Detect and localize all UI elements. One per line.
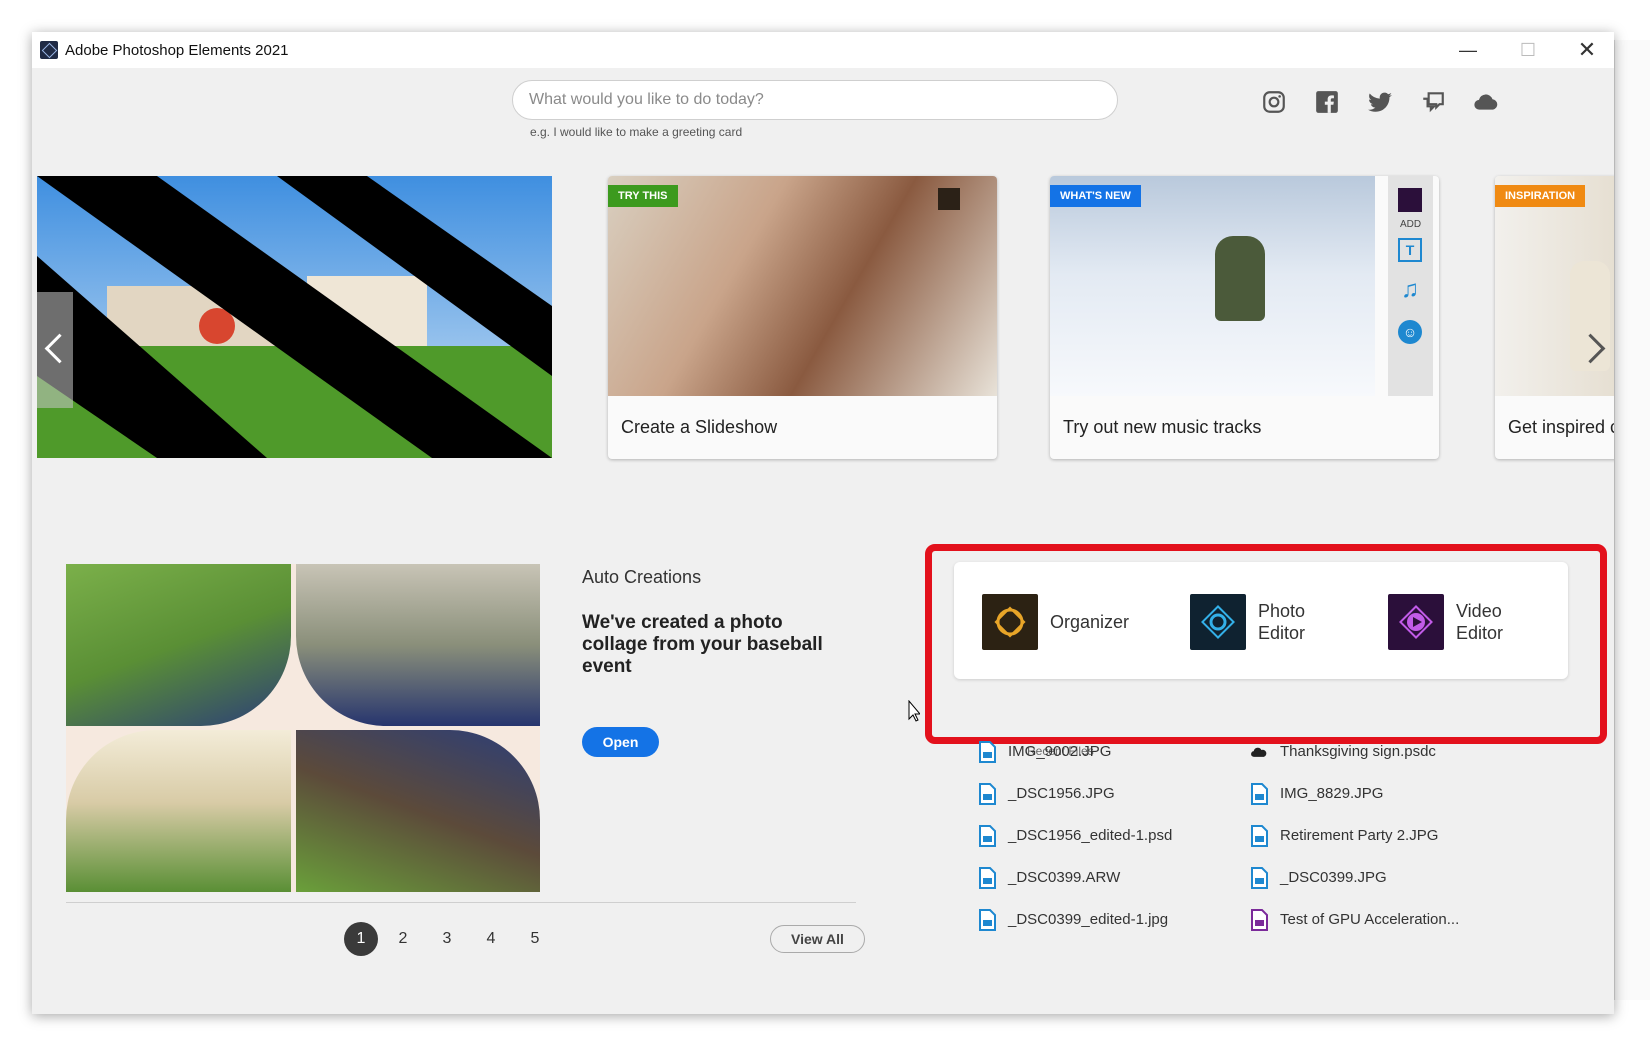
instagram-icon[interactable]: [1256, 84, 1292, 120]
auto-creation-collage[interactable]: [66, 564, 540, 892]
elements-logo-icon: [938, 188, 960, 210]
file-name: Thanksgiving sign.psdc: [1280, 743, 1436, 760]
image-file-icon: [979, 741, 996, 763]
file-name: IMG_9002.JPG: [1008, 743, 1112, 760]
collage-photo-1: [66, 564, 291, 726]
cloud-icon[interactable]: [1468, 84, 1504, 120]
video-file-icon: [1251, 909, 1268, 931]
collage-photo-4: [296, 730, 540, 892]
page-1-button[interactable]: 1: [344, 922, 378, 956]
maximize-button[interactable]: ☐: [1500, 32, 1556, 68]
image-file-icon: [979, 825, 996, 847]
image-file-icon: [1251, 783, 1268, 805]
collage-photo-3: [66, 730, 291, 892]
carousel-prev-button[interactable]: [37, 292, 73, 408]
carousel-card-music[interactable]: WHAT'S NEW Try out new music tracks: [1050, 176, 1439, 459]
title-bar: Adobe Photoshop Elements 2021 — ☐ ✕: [32, 32, 1614, 68]
file-name: _DSC1956.JPG: [1008, 785, 1115, 802]
card-label: Create a Slideshow: [621, 417, 778, 437]
add-panel: ADD T ♫ ☺: [1388, 176, 1433, 396]
file-name: _DSC0399.JPG: [1280, 869, 1387, 886]
search-input[interactable]: [512, 80, 1118, 120]
page-2-button[interactable]: 2: [386, 922, 420, 956]
file-name: IMG_8829.JPG: [1280, 785, 1384, 802]
file-name: _DSC0399.ARW: [1008, 869, 1121, 886]
carousel-card-inspiration[interactable]: INSPIRATION Get inspired c: [1495, 176, 1614, 459]
divider: [66, 902, 856, 903]
file-name: Test of GPU Acceleration...: [1280, 911, 1460, 928]
page-4-button[interactable]: 4: [474, 922, 508, 956]
snowboarder-figure: [1215, 236, 1265, 321]
close-button[interactable]: ✕: [1559, 32, 1614, 68]
cloud-file-icon: [1251, 747, 1267, 757]
hero-slide-image[interactable]: [37, 176, 552, 458]
card-label: Get inspired c: [1508, 417, 1614, 437]
elements-logo-icon: [1398, 188, 1422, 212]
image-file-icon: [979, 909, 996, 931]
whats-new-badge: WHAT'S NEW: [1050, 185, 1141, 207]
twitter-icon[interactable]: [1362, 84, 1398, 120]
background-window: [1614, 40, 1650, 1000]
window-title: Adobe Photoshop Elements 2021: [65, 42, 289, 59]
file-name: _DSC1956_edited-1.psd: [1008, 827, 1173, 844]
file-name: _DSC0399_edited-1.jpg: [1008, 911, 1169, 928]
app-logo-icon: [40, 41, 58, 59]
add-label: ADD: [1399, 219, 1422, 230]
open-button[interactable]: Open: [582, 727, 659, 757]
auto-creations-title: Auto Creations: [582, 567, 702, 587]
emoji-icon[interactable]: ☺: [1398, 320, 1422, 344]
image-file-icon: [979, 783, 996, 805]
facebook-icon[interactable]: [1309, 84, 1345, 120]
auto-creations-message: We've created a photo collage from your …: [582, 612, 823, 677]
music-note-icon[interactable]: ♫: [1398, 278, 1422, 302]
image-file-icon: [1251, 825, 1268, 847]
view-all-button[interactable]: View All: [770, 925, 865, 953]
app-window: Adobe Photoshop Elements 2021 — ☐ ✕ e.g.…: [32, 32, 1614, 1014]
highlight-box: [925, 544, 1607, 744]
try-this-badge: TRY THIS: [608, 185, 678, 207]
inspiration-badge: INSPIRATION: [1495, 185, 1586, 207]
carousel-card-slideshow[interactable]: TRY THIS Create a Slideshow: [608, 176, 997, 459]
card-label: Try out new music tracks: [1063, 417, 1262, 437]
search-hint: e.g. I would like to make a greeting car…: [530, 125, 743, 139]
page-3-button[interactable]: 3: [430, 922, 464, 956]
title-text-icon[interactable]: T: [1398, 238, 1422, 262]
page-5-button[interactable]: 5: [518, 922, 552, 956]
feedback-icon[interactable]: [1415, 84, 1451, 120]
file-name: Retirement Party 2.JPG: [1280, 827, 1439, 844]
snowboard-thumbnail: [1050, 176, 1375, 396]
image-file-icon: [1251, 867, 1268, 889]
collage-photo-2: [296, 564, 540, 726]
minimize-button[interactable]: —: [1440, 32, 1496, 68]
mouse-cursor-icon: [908, 700, 920, 722]
image-file-icon: [979, 867, 996, 889]
